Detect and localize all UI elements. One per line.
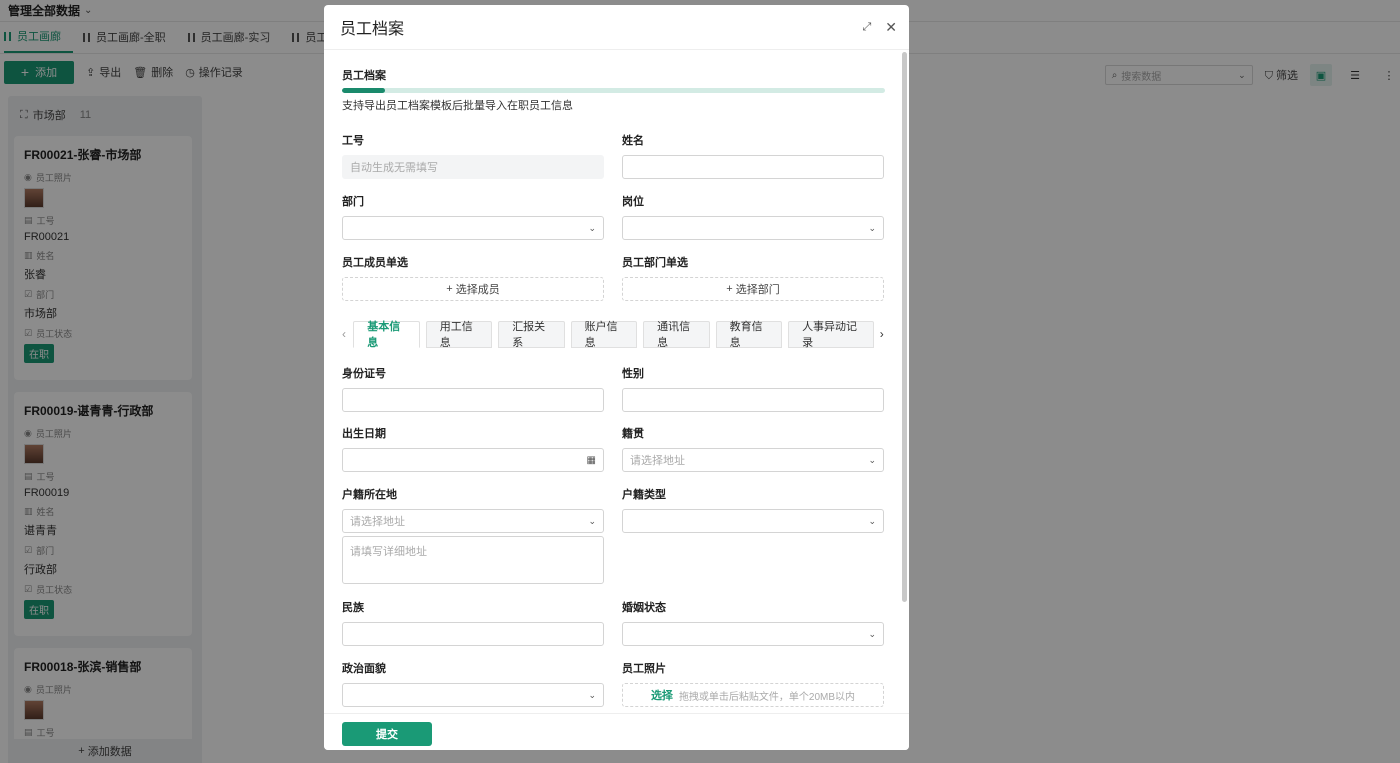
tab-reporting[interactable]: 汇报关系 — [498, 320, 565, 349]
field-label: 户籍类型 — [622, 489, 666, 501]
employee-record-modal: 员工档案 ⤢ ✕ 员工档案 支持导出员工档案模板后批量导入在职员工信息 工号 自… — [324, 5, 909, 750]
tab-contact-info[interactable]: 通讯信息 — [643, 320, 710, 349]
name-input[interactable] — [622, 155, 884, 179]
id-card-input[interactable] — [342, 388, 604, 412]
chevron-down-icon: ⌄ — [588, 515, 596, 526]
chevron-down-icon: ⌄ — [588, 689, 596, 700]
chevron-down-icon: ⌄ — [588, 222, 596, 233]
position-select[interactable]: ⌄ — [622, 216, 884, 240]
tab-education-info[interactable]: 教育信息 — [715, 320, 783, 349]
tab-basic-info[interactable]: 基本信息 — [353, 320, 420, 349]
chevron-left-icon[interactable]: ‹ — [342, 327, 347, 341]
modal-body: 员工档案 支持导出员工档案模板后批量导入在职员工信息 工号 自动生成无需填写 姓… — [342, 51, 885, 707]
chevron-down-icon: ⌄ — [868, 222, 876, 233]
chevron-down-icon: ⌄ — [868, 628, 876, 639]
chevron-right-icon[interactable]: › — [880, 327, 885, 341]
select-member-button[interactable]: + 选择成员 — [342, 277, 604, 301]
field-label: 身份证号 — [342, 368, 386, 380]
department-select[interactable]: ⌄ — [342, 216, 604, 240]
field-label: 工号 — [342, 135, 364, 147]
field-label: 民族 — [342, 602, 364, 614]
progress-bar — [342, 88, 885, 93]
field-label: 岗位 — [622, 196, 644, 208]
field-label: 性别 — [622, 368, 644, 380]
close-icon[interactable]: ✕ — [885, 19, 897, 36]
field-label: 姓名 — [622, 135, 644, 147]
field-label: 员工照片 — [622, 663, 666, 675]
employee-number-field: 自动生成无需填写 — [342, 155, 604, 179]
field-label: 员工成员单选 — [342, 257, 408, 269]
chevron-down-icon: ⌄ — [868, 515, 876, 526]
modal-title: 员工档案 — [340, 21, 405, 38]
scrollbar[interactable] — [902, 52, 907, 602]
field-label: 户籍所在地 — [342, 489, 397, 501]
section-title: 员工档案 — [342, 70, 386, 82]
modal-footer: 提交 — [324, 713, 909, 750]
modal-header: 员工档案 ⤢ ✕ — [324, 5, 909, 50]
submit-button[interactable]: 提交 — [342, 722, 432, 746]
plus-icon: + — [726, 283, 733, 295]
field-label: 政治面貌 — [342, 663, 386, 675]
plus-icon: + — [446, 283, 453, 295]
chevron-down-icon: ⌄ — [868, 454, 876, 465]
photo-upload-dropzone[interactable]: 选择 拖拽或单击后粘贴文件，单个20MB以内 — [622, 683, 884, 707]
form-tabs: ‹ 基本信息 用工信息 汇报关系 账户信息 通讯信息 教育信息 人事异动记录 › — [342, 320, 885, 349]
calendar-icon: ▦ — [586, 454, 596, 466]
field-label: 员工部门单选 — [622, 257, 688, 269]
marital-status-select[interactable]: ⌄ — [622, 622, 884, 646]
section-description: 支持导出员工档案模板后批量导入在职员工信息 — [342, 100, 573, 112]
hukou-address-select[interactable]: 请选择地址 ⌄ — [342, 509, 604, 533]
field-label: 部门 — [342, 196, 364, 208]
tab-hr-changes[interactable]: 人事异动记录 — [788, 320, 874, 349]
expand-icon[interactable]: ⤢ — [862, 21, 871, 34]
progress-fill — [342, 88, 386, 93]
tab-employment-info[interactable]: 用工信息 — [425, 320, 493, 349]
tab-account-info[interactable]: 账户信息 — [570, 320, 638, 349]
field-label: 出生日期 — [342, 428, 386, 440]
native-place-select[interactable]: 请选择地址 ⌄ — [622, 448, 884, 472]
political-status-select[interactable]: ⌄ — [342, 683, 604, 707]
ethnicity-input[interactable] — [342, 622, 604, 646]
select-department-button[interactable]: + 选择部门 — [622, 277, 884, 301]
birthday-picker[interactable]: ▦ — [342, 448, 604, 472]
gender-input[interactable] — [622, 388, 884, 412]
hukou-type-select[interactable]: ⌄ — [622, 509, 884, 533]
field-label: 籍贯 — [622, 428, 644, 440]
hukou-detail-textarea[interactable]: 请填写详细地址 — [342, 536, 604, 584]
field-label: 婚姻状态 — [622, 602, 666, 614]
choose-file-link[interactable]: 选择 — [651, 687, 673, 703]
